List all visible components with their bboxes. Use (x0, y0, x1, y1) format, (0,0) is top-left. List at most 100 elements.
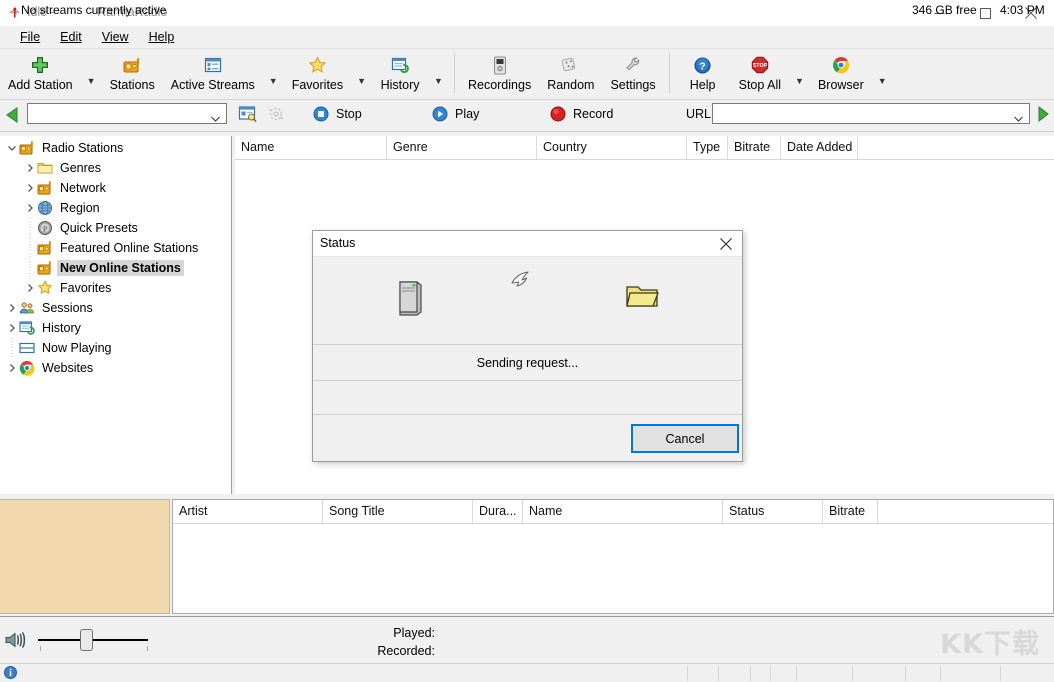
chevron-right-icon[interactable] (6, 298, 18, 318)
record-button[interactable]: Record (550, 106, 613, 122)
tree-item-websites[interactable]: Websites (0, 358, 231, 378)
tree-item-history[interactable]: History (0, 318, 231, 338)
green-play-arrow-icon[interactable] (1035, 104, 1051, 124)
toolbar-stop-all-label: Stop All (739, 78, 781, 92)
column-header-date-added[interactable]: Date Added (781, 136, 858, 159)
status-dialog-secondary-row (313, 381, 742, 415)
chevron-down-icon[interactable] (6, 138, 18, 158)
menu-edit[interactable]: Edit (50, 28, 92, 46)
radio-tower-icon (7, 4, 22, 19)
speaker-icon[interactable] (5, 631, 27, 649)
tree-item-quick-presets[interactable]: PQuick Presets (0, 218, 231, 238)
tree-item-region[interactable]: Region (0, 198, 231, 218)
menu-file[interactable]: File (10, 28, 50, 46)
toolbar-add-station-dropdown[interactable]: ▼ (81, 77, 102, 86)
tree-item-new-online-stations[interactable]: New Online Stations (0, 258, 231, 278)
status-dialog[interactable]: Status (312, 230, 743, 462)
toolbar-help[interactable]: ? Help (675, 49, 731, 92)
tree-item-featured-online-stations[interactable]: Featured Online Stations (0, 238, 231, 258)
toolbar-add-station[interactable]: Add Station (0, 49, 81, 92)
find-station-icon[interactable] (238, 105, 260, 127)
toolbar-active-streams[interactable]: Active Streams (163, 49, 263, 92)
column-header-name[interactable]: Name (523, 500, 723, 523)
tree-item-label: Genres (57, 160, 104, 176)
column-header-bitrate[interactable]: Bitrate (823, 500, 878, 523)
toolbar-history-dropdown[interactable]: ▼ (428, 77, 449, 86)
tree-line-spacer (6, 338, 18, 358)
open-folder-icon (626, 282, 659, 313)
station-list-header[interactable]: NameGenreCountryTypeBitrateDate Added (235, 136, 1054, 160)
toolbar-browser[interactable]: Browser (810, 49, 872, 92)
search-combobox[interactable] (27, 103, 227, 124)
toolbar-active-streams-dropdown[interactable]: ▼ (263, 77, 284, 86)
tree-item-label: Region (57, 200, 103, 216)
chevron-down-icon[interactable] (1014, 111, 1023, 117)
toolbar-favorites[interactable]: Favorites (284, 49, 351, 92)
menu-view[interactable]: View (92, 28, 139, 46)
tree-item-now-playing[interactable]: Now Playing (0, 338, 231, 358)
status-bar-divider (1000, 666, 1001, 681)
chevron-right-icon[interactable] (6, 318, 18, 338)
toolbar-stations[interactable]: Stations (102, 49, 163, 92)
svg-text:?: ? (699, 60, 705, 72)
radio-icon (36, 258, 53, 278)
toolbar-favorites-dropdown[interactable]: ▼ (351, 77, 372, 86)
toolbar-stop-all-dropdown[interactable]: ▼ (789, 77, 810, 86)
chevron-right-icon[interactable] (6, 358, 18, 378)
column-header-song-title[interactable]: Song Title (323, 500, 473, 523)
toolbar-recordings[interactable]: Recordings (460, 49, 539, 92)
played-label: Played: (325, 626, 435, 640)
star-icon (36, 278, 53, 298)
column-header-status[interactable]: Status (723, 500, 823, 523)
radio-icon (123, 54, 142, 76)
now-playing-header[interactable]: ArtistSong TitleDura...NameStatusBitrate (173, 500, 1053, 524)
column-header-bitrate[interactable]: Bitrate (728, 136, 781, 159)
column-header-type[interactable]: Type (687, 136, 728, 159)
radio-icon (36, 238, 53, 258)
column-header-country[interactable]: Country (537, 136, 687, 159)
tree-item-radio-stations[interactable]: Radio Stations (0, 138, 231, 158)
stop-button[interactable]: Stop (313, 106, 362, 122)
tree-line-spacer (24, 258, 36, 278)
watermark: KK下载 (940, 622, 1040, 661)
menu-view-label: View (102, 30, 129, 44)
chevron-right-icon[interactable] (24, 158, 36, 178)
url-combobox[interactable] (712, 103, 1030, 124)
now-playing-panel[interactable]: ArtistSong TitleDura...NameStatusBitrate (172, 499, 1054, 614)
tree-item-sessions[interactable]: Sessions (0, 298, 231, 318)
recorded-label: Recorded: (325, 644, 435, 658)
dice-icon (561, 54, 580, 76)
toolbar-history[interactable]: History (372, 49, 428, 92)
toolbar-settings[interactable]: Settings (602, 49, 663, 92)
tree-item-network[interactable]: Network (0, 178, 231, 198)
cancel-button[interactable]: Cancel (631, 424, 739, 453)
chevron-down-icon[interactable] (211, 111, 220, 117)
status-bar-divider (718, 666, 719, 681)
toolbar-random[interactable]: Random (539, 49, 602, 92)
chrome-icon (18, 358, 35, 378)
toolbar-stop-all[interactable]: STOP Stop All (731, 49, 789, 92)
play-button[interactable]: Play (432, 106, 479, 122)
chevron-right-icon[interactable] (24, 198, 36, 218)
radio-icon (36, 178, 53, 198)
stop-sign-icon: STOP (751, 54, 769, 76)
column-header-name[interactable]: Name (235, 136, 387, 159)
chevron-right-icon[interactable] (24, 178, 36, 198)
tree-item-label: Websites (39, 360, 96, 376)
tree-item-favorites[interactable]: Favorites (0, 278, 231, 298)
radio-icon (18, 138, 35, 158)
column-header-dura[interactable]: Dura... (473, 500, 523, 523)
close-icon[interactable] (716, 234, 736, 253)
green-back-arrow-icon[interactable] (4, 106, 22, 124)
chevron-right-icon[interactable] (24, 278, 36, 298)
history-window-icon (18, 318, 35, 338)
status-dialog-buttons: Cancel (313, 415, 742, 464)
navigation-tree[interactable]: Radio Stations Genres Network Region PQuick … (0, 136, 232, 494)
menu-help[interactable]: Help (139, 28, 185, 46)
toolbar-browser-dropdown[interactable]: ▼ (872, 77, 893, 86)
column-header-artist[interactable]: Artist (173, 500, 323, 523)
column-header-genre[interactable]: Genre (387, 136, 537, 159)
menu-edit-label: Edit (60, 30, 82, 44)
volume-slider-thumb[interactable] (80, 629, 93, 651)
tree-item-genres[interactable]: Genres (0, 158, 231, 178)
